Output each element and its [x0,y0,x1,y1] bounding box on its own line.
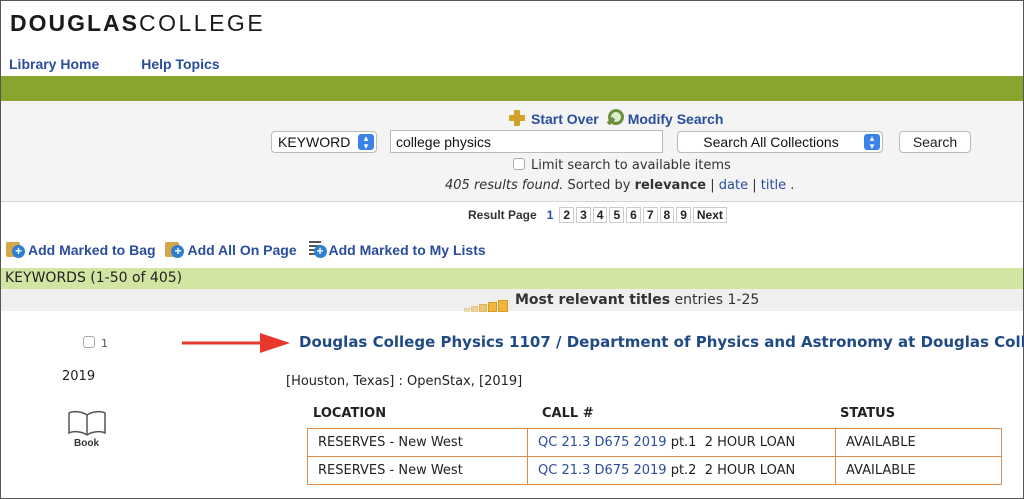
start-over-label: Start Over [531,111,599,127]
table-row: RESERVES - New West QC 21.3 D675 2019 pt… [307,428,1002,457]
relevance-rank-icon [464,290,509,312]
plus-icon [507,109,527,127]
sort-title-link[interactable]: title [761,178,786,193]
annotation-arrow-icon [182,333,290,353]
header-status: STATUS [840,406,896,421]
nav-help-topics[interactable]: Help Topics [141,56,219,72]
record-publication: [Houston, Texas] : OpenStax, [2019] [286,374,523,389]
logo-bold: DOUGLAS [10,10,139,36]
add-all-on-page-button[interactable]: Add All On Page [165,240,297,258]
results-count: 405 results found. [445,178,564,193]
add-all-on-page-label: Add All On Page [187,242,297,258]
limit-available-checkbox[interactable] [513,158,525,170]
call-number-link[interactable]: QC 21.3 D675 2019 [538,463,667,478]
sort-date-link[interactable]: date [719,178,748,193]
list-add-icon [307,240,327,258]
keywords-bar: KEYWORDS (1-50 of 405) [1,268,1023,289]
record-toolbar: Add Marked to Bag Add All On Page Add Ma… [6,240,492,258]
result-page-label: Result Page [468,208,537,222]
modify-search-label: Modify Search [627,111,724,127]
search-input[interactable] [390,130,663,153]
mark-record-checkbox[interactable] [83,336,95,348]
holding-detail: pt.1 2 HOUR LOAN [670,435,796,450]
nav-library-home[interactable]: Library Home [9,56,99,72]
add-marked-to-bag-label: Add Marked to Bag [28,242,156,258]
logo-light: COLLEGE [139,10,266,36]
results-summary: 405 results found. Sorted by relevance |… [445,178,795,193]
page-link[interactable]: 5 [609,207,625,223]
record-title-link[interactable]: Douglas College Physics 1107 / Departmen… [299,333,1024,351]
current-page: 1 [546,208,554,222]
holdings-table: RESERVES - New West QC 21.3 D675 2019 pt… [307,428,1002,485]
collection-value: Search All Collections [703,134,839,150]
holding-status: AVAILABLE [835,456,1002,485]
format-label: Book [74,438,99,449]
pagination: Result Page 1 2 3 4 5 6 7 8 9 Next [468,207,729,223]
table-row: RESERVES - New West QC 21.3 D675 2019 pt… [307,456,1002,485]
relevance-bar: Most relevant titles entries 1-25 [1,289,1023,312]
page-link[interactable]: 4 [592,207,608,223]
relevance-entries: entries 1-25 [674,292,760,308]
holding-location: RESERVES - New West [307,428,528,457]
sort-current: relevance [634,178,707,193]
page-link[interactable]: 7 [642,207,658,223]
green-banner [1,76,1023,101]
relevance-title: Most relevant titles [515,292,671,308]
page-link[interactable]: 9 [676,207,691,223]
add-marked-to-lists-button[interactable]: Add Marked to My Lists [307,240,486,258]
chevron-updown-icon: ▴ ▾ [358,134,374,151]
college-logo[interactable]: DOUGLASCOLLEGE [10,10,265,37]
magnifier-icon [605,109,625,127]
holding-call-cell: QC 21.3 D675 2019 pt.1 2 HOUR LOAN [527,428,836,457]
collection-select[interactable]: Search All Collections ▴ ▾ [677,131,883,153]
search-type-select[interactable]: KEYWORD ▴ ▾ [271,131,377,153]
search-button[interactable]: Search [899,131,971,153]
add-marked-to-lists-label: Add Marked to My Lists [328,242,486,258]
search-panel: Start Over Modify Search KEYWORD ▴▾ Searc… [1,101,1023,202]
bag-add-icon [165,240,185,258]
top-nav: Library Home Help Topics [9,56,262,72]
book-icon [68,410,106,436]
header-call-number: CALL # [542,406,594,421]
bag-add-icon [6,240,26,258]
page-link[interactable]: 2 [559,207,575,223]
search-actions: Start Over Modify Search [507,109,723,127]
holding-status: AVAILABLE [835,428,1002,457]
record-year: 2019 [62,369,96,384]
limit-available-label: Limit search to available items [531,158,731,173]
page-link[interactable]: 3 [576,207,591,223]
start-over-link[interactable]: Start Over [507,109,599,127]
sorted-by-label: Sorted by [567,178,631,193]
search-type-value: KEYWORD [278,134,351,150]
holding-location: RESERVES - New West [307,456,528,485]
call-number-link[interactable]: QC 21.3 D675 2019 [538,435,667,450]
page-link[interactable]: 6 [626,207,641,223]
page-link[interactable]: 8 [659,207,675,223]
record-number-label: 1 [101,337,108,350]
modify-search-link[interactable]: Modify Search [599,109,724,127]
add-marked-to-bag-button[interactable]: Add Marked to Bag [6,242,156,258]
holding-detail: pt.2 2 HOUR LOAN [670,463,796,478]
next-page-link[interactable]: Next [692,207,727,223]
holding-call-cell: QC 21.3 D675 2019 pt.2 2 HOUR LOAN [527,456,836,485]
header-location: LOCATION [313,406,387,421]
limit-available-row: Limit search to available items [513,158,731,173]
chevron-updown-icon: ▴ ▾ [864,134,880,151]
record-number: 1 [83,336,108,350]
